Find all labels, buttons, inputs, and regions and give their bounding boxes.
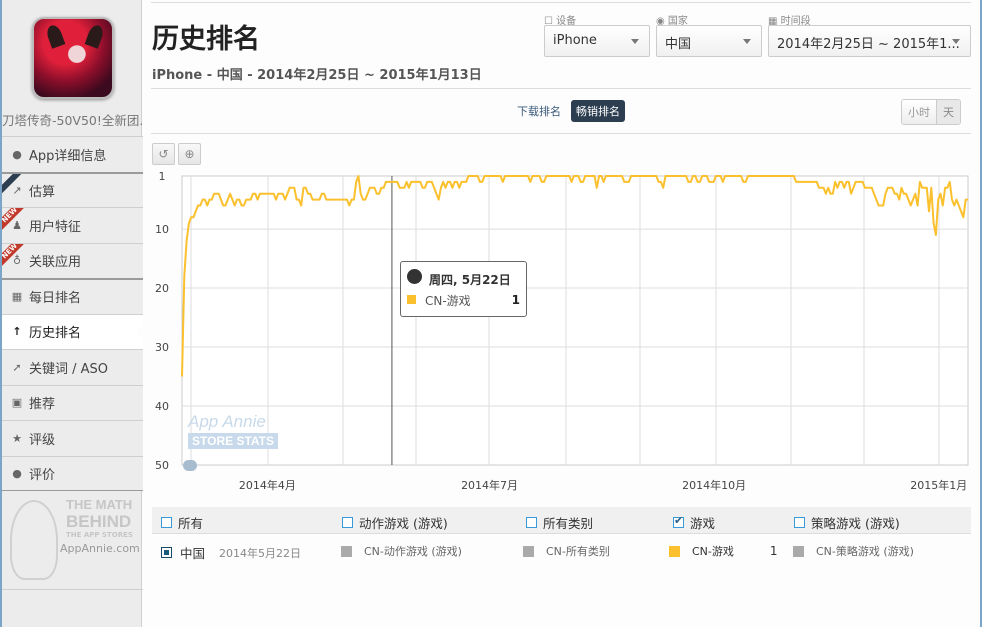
tooltip-date: 周四, 5月22日 — [429, 273, 511, 287]
app-icon[interactable] — [32, 17, 114, 99]
y-tick-label: 40 — [155, 400, 169, 413]
sidebar-item-demographics[interactable]: NEW ♟ 用户特征 — [2, 207, 143, 243]
annotation-icon[interactable] — [183, 460, 197, 471]
sidebar-item-label: 关联应用 — [29, 255, 82, 271]
star-icon: ★ — [12, 431, 22, 445]
sidebar-nav: ● App详细信息 ↗ 估算 NEW ♟ 用户特征 NEW ♁ 关联应用 ▦ 每日排名 ↑ 历史… — [2, 136, 144, 491]
sidebar-item-label: 关键词 / ASO — [29, 361, 109, 377]
arrow-up-icon: ↑ — [12, 325, 22, 339]
checkbox[interactable] — [161, 517, 172, 528]
sidebar-item-label: App详细信息 — [29, 148, 107, 164]
legend-series: CN-游戏 1 — [669, 543, 778, 559]
x-tick-label: 2014年7月 — [461, 478, 518, 492]
legend-row: 中国 2014年5月22日 CN-动作游戏 (游戏) CN-所有类别 CN-游戏 1… — [152, 535, 971, 565]
checkbox[interactable] — [342, 517, 353, 528]
promo-line-3: THE APP STORES — [66, 531, 133, 539]
sidebar-item-label: 推荐 — [29, 397, 56, 413]
sidebar-item-label: 评价 — [29, 467, 56, 483]
sidebar-item-reviews[interactable]: ● 评价 — [2, 455, 143, 491]
promo-link: AppAnnie.com — [60, 542, 140, 555]
y-axis: 1 10 20 30 40 50 — [155, 170, 169, 472]
checkbox[interactable] — [794, 517, 805, 528]
sidebar-item-label: 历史排名 — [29, 326, 82, 342]
sidebar-item-label: 估算 — [29, 184, 56, 200]
promo-line-1: THE MATH — [66, 497, 133, 512]
chart-grid — [181, 175, 969, 466]
legend-toggle-games[interactable]: 游戏 — [673, 513, 715, 532]
app-name[interactable]: 刀塔传奇-50V50!全新团... — [2, 110, 144, 129]
comment-icon: ● — [12, 466, 22, 480]
divider — [2, 589, 143, 590]
sidebar-item-featured[interactable]: ▣ 推荐 — [2, 384, 143, 420]
sidebar-item-rank-history[interactable]: ↑ 历史排名 — [2, 313, 144, 349]
mascot-illustration — [10, 500, 58, 580]
globe-icon — [407, 269, 422, 284]
legend-country[interactable]: 中国 2014年5月22日 — [161, 543, 301, 562]
y-tick-label: 20 — [155, 282, 169, 295]
watermark-logo: App Annie — [188, 412, 266, 431]
new-badge: NEW — [2, 243, 26, 268]
sidebar-item-estimates[interactable]: ↗ 估算 — [2, 171, 143, 207]
country-checkbox[interactable] — [161, 547, 172, 558]
watermark-label: STORE STATS — [188, 433, 279, 449]
x-tick-label: 2015年1月 — [910, 478, 967, 492]
legend-series: CN-动作游戏 (游戏) — [341, 543, 462, 559]
chart-tooltip: 周四, 5月22日 CN-游戏 1 — [400, 261, 527, 317]
legend-header: 所有 动作游戏 (游戏) 所有类别 游戏 策略游戏 (游戏) — [152, 507, 971, 534]
sidebar-item-ratings[interactable]: ★ 评级 — [2, 420, 143, 456]
sidebar-item-keywords[interactable]: ➚ 关键词 / ASO — [2, 349, 143, 385]
legend-value: 1 — [769, 544, 778, 558]
legend-series: CN-所有类别 — [523, 543, 610, 559]
app-annie-promo[interactable]: THE MATH BEHIND THE APP STORES AppAnnie.… — [10, 497, 140, 588]
x-tick-label: 2014年10月 — [682, 478, 746, 492]
x-axis: 2014年4月 2014年7月 2014年10月 2015年1月 — [239, 478, 967, 492]
y-tick-label: 10 — [155, 223, 169, 236]
checkbox[interactable] — [526, 517, 537, 528]
tooltip-value: 1 — [511, 293, 520, 307]
plot-area — [181, 175, 969, 466]
legend-date: 2014年5月22日 — [219, 546, 302, 560]
feature-icon: ▣ — [11, 396, 23, 410]
series-swatch — [793, 545, 804, 557]
sidebar-item-daily-ranks[interactable]: ▦ 每日排名 — [2, 278, 143, 314]
legend-series: CN-策略游戏 (游戏) — [793, 543, 914, 559]
calendar-icon: ▦ — [11, 290, 23, 304]
series-swatch — [523, 545, 534, 557]
main-content: 历史排名 iPhone - 中国 - 2014年2月25日 ~ 2015年1月1… — [143, 0, 982, 627]
sidebar: 刀塔传奇-50V50!全新团... ● App详细信息 ↗ 估算 NEW ♟ 用户特征 … — [0, 0, 144, 627]
ribbon-badge — [2, 173, 26, 198]
y-tick-label: 30 — [155, 341, 169, 354]
new-badge: NEW — [2, 208, 26, 232]
y-tick-label: 50 — [155, 459, 169, 472]
x-tick-label: 2014年4月 — [239, 478, 296, 492]
series-swatch — [407, 295, 416, 304]
legend-toggle-all-categories[interactable]: 所有类别 — [526, 513, 593, 532]
y-tick-label: 1 — [159, 170, 166, 183]
sidebar-item-label: 每日排名 — [29, 291, 82, 307]
tooltip-series: CN-游戏 — [425, 294, 471, 308]
keyword-icon: ➚ — [12, 360, 22, 374]
sidebar-item-app-details[interactable]: ● App详细信息 — [2, 136, 143, 172]
sidebar-item-label: 用户特征 — [29, 219, 82, 235]
sidebar-item-label: 评级 — [29, 432, 56, 448]
series-swatch — [341, 545, 352, 557]
app-annie-watermark: App Annie STORE STATS — [188, 412, 279, 449]
promo-line-2: BEHIND — [66, 512, 132, 531]
legend-toggle-strategy-games[interactable]: 策略游戏 (游戏) — [794, 513, 900, 532]
legend-toggle-action-games[interactable]: 动作游戏 (游戏) — [342, 513, 448, 532]
info-icon: ● — [12, 147, 22, 161]
legend-toggle-all[interactable]: 所有 — [161, 513, 203, 532]
sidebar-item-related-apps[interactable]: NEW ♁ 关联应用 — [2, 242, 143, 278]
checkbox-checked[interactable] — [673, 514, 684, 528]
series-swatch — [669, 545, 680, 557]
